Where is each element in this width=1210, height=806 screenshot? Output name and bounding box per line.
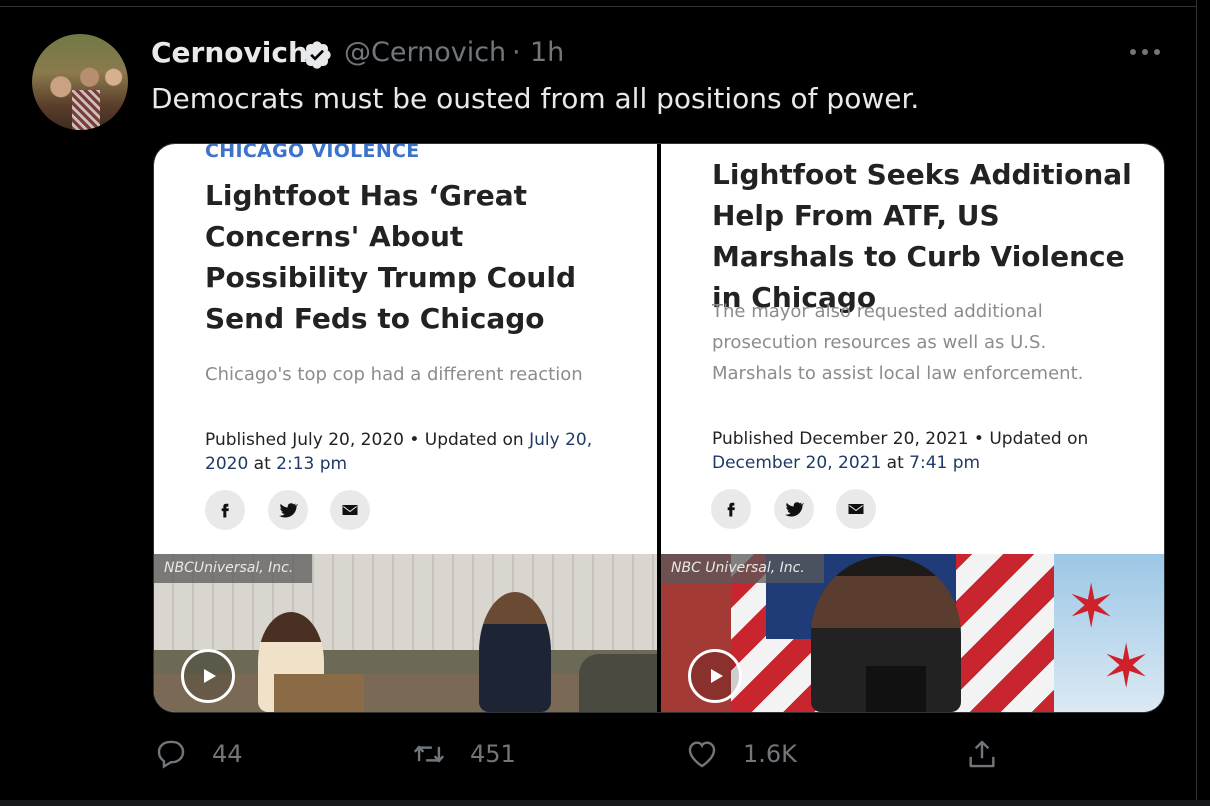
article-screenshot-left[interactable]: CHICAGO VIOLENCE Lightfoot Has ‘Great Co… — [154, 144, 657, 712]
timestamp[interactable]: 1h — [530, 37, 564, 68]
verified-badge-icon — [303, 41, 331, 69]
publish-time-link: 7:41 pm — [909, 453, 981, 473]
dek: The mayor also requested additional pros… — [712, 301, 1084, 384]
like-count: 1.6K — [743, 740, 797, 768]
vehicle — [579, 654, 657, 712]
publish-prefix: Published December 20, 2021 • Updated on — [712, 429, 1089, 449]
retweet-button[interactable]: 451 — [412, 737, 516, 771]
more-options-icon[interactable] — [1128, 40, 1162, 64]
publish-at: at — [248, 454, 277, 474]
publish-info: Published December 20, 2021 • Updated on… — [712, 427, 1132, 475]
tweet-text: Democrats must be ousted from all positi… — [151, 82, 920, 115]
podium — [274, 674, 364, 712]
top-divider — [0, 6, 1196, 7]
publish-at: at — [881, 453, 910, 473]
headline: Lightfoot Seeks Additional Help From ATF… — [712, 158, 1132, 314]
handle[interactable]: @Cernovich — [344, 37, 506, 68]
photo-credit: NBC Universal, Inc. — [661, 554, 824, 583]
twitter-icon — [268, 490, 308, 530]
email-icon — [836, 489, 876, 529]
bottom-divider — [0, 800, 1210, 806]
twitter-icon — [774, 489, 814, 529]
retweet-icon — [413, 745, 445, 763]
separator-dot: · — [512, 37, 521, 68]
facebook-icon — [205, 490, 245, 530]
interpreter-figure — [479, 592, 551, 712]
like-button[interactable]: 1.6K — [685, 737, 797, 771]
share-icon — [969, 740, 995, 768]
facebook-icon — [711, 489, 751, 529]
reply-button[interactable]: 44 — [154, 737, 243, 771]
kicker-label: CHICAGO VIOLENCE — [205, 144, 420, 162]
video-thumbnail-left[interactable]: NBCUniversal, Inc. — [154, 554, 657, 712]
right-divider — [1196, 0, 1197, 806]
heart-icon — [688, 741, 716, 768]
play-button[interactable] — [688, 649, 742, 703]
publish-time-link: 2:13 pm — [276, 454, 348, 474]
share-button[interactable] — [965, 737, 999, 771]
article-screenshot-right[interactable]: Lightfoot Seeks Additional Help From ATF… — [661, 144, 1164, 712]
publish-prefix: Published July 20, 2020 • Updated on — [205, 430, 530, 450]
avatar[interactable] — [32, 34, 128, 130]
publish-date-link: December 20, 2021 — [712, 453, 882, 473]
reply-icon — [157, 740, 185, 769]
microphones — [866, 666, 926, 712]
headline: Lightfoot Has ‘Great Concerns' About Pos… — [205, 179, 576, 335]
email-icon — [330, 490, 370, 530]
dek: Chicago's top cop had a different reacti… — [205, 364, 583, 385]
retweet-count: 451 — [470, 740, 516, 768]
play-button[interactable] — [181, 649, 235, 703]
photo-credit: NBCUniversal, Inc. — [154, 554, 313, 583]
reply-count: 44 — [212, 740, 243, 768]
publish-info: Published July 20, 2020 • Updated on Jul… — [205, 428, 625, 476]
display-name[interactable]: Cernovich — [151, 36, 308, 69]
video-thumbnail-right[interactable]: ✶ ✶ NBC Universal, Inc. — [661, 554, 1164, 712]
flag-star: ✶ — [1101, 632, 1152, 702]
media-grid[interactable]: CHICAGO VIOLENCE Lightfoot Has ‘Great Co… — [153, 143, 1165, 713]
